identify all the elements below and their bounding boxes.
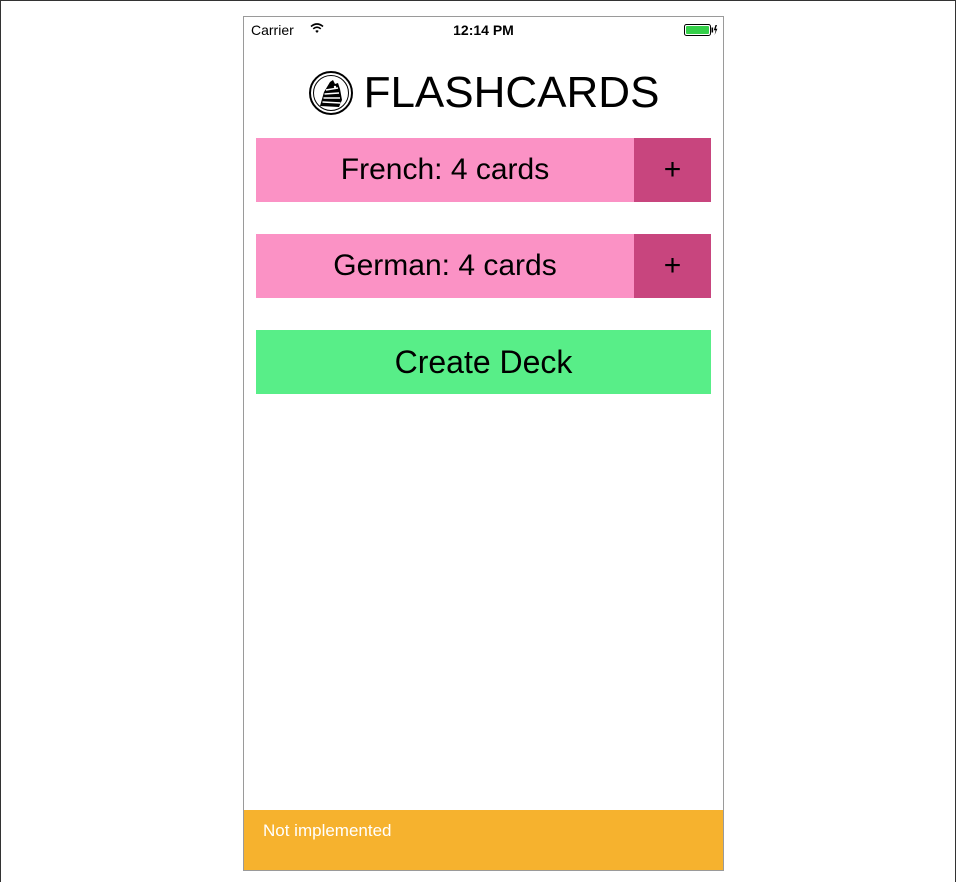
deck-row-french: French: 4 cards + (256, 138, 711, 202)
deck-button-german[interactable]: German: 4 cards (256, 234, 634, 298)
status-bar: Carrier 12:14 PM (244, 17, 723, 43)
zebra-logo-icon (308, 71, 353, 115)
app-header: FLASHCARDS (244, 65, 723, 121)
status-time: 12:14 PM (453, 22, 514, 38)
add-card-button-french[interactable]: + (634, 138, 711, 202)
page-title: FLASHCARDS (363, 68, 660, 117)
add-card-button-german[interactable]: + (634, 234, 711, 298)
deck-row-german: German: 4 cards + (256, 234, 711, 298)
battery-charging-icon (684, 24, 718, 36)
footer-banner: Not implemented (244, 810, 723, 870)
deck-button-french[interactable]: French: 4 cards (256, 138, 634, 202)
phone-screen: Carrier 12:14 PM FLASHCARDS French: 4 ca… (243, 16, 724, 871)
create-deck-button[interactable]: Create Deck (256, 330, 711, 394)
footer-message: Not implemented (263, 821, 392, 840)
